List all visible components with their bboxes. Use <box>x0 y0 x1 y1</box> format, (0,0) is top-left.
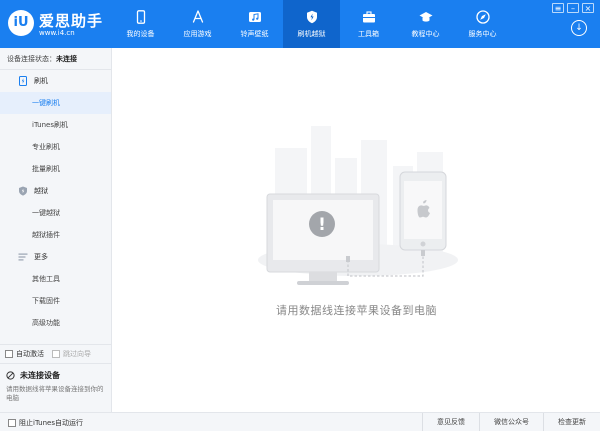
iphone-illustration <box>399 171 447 251</box>
connection-status-label: 设备连接状态： <box>7 55 56 63</box>
minimize-button[interactable]: – <box>567 3 579 13</box>
menu-lines-icon <box>18 253 28 261</box>
window-controls: ≡ – × <box>552 3 594 13</box>
download-icon[interactable]: ↓ <box>571 20 587 36</box>
auto-activate-checkbox[interactable]: 自动激活 <box>5 349 44 359</box>
device-status-title: 未连接设备 <box>0 364 112 381</box>
connect-prompt-message: 请用数据线连接苹果设备到电脑 <box>276 304 437 317</box>
monitor-illustration: ! <box>266 193 380 285</box>
music-wallpaper-icon <box>248 11 261 22</box>
sidebar-group-more[interactable]: 更多 <box>0 246 111 268</box>
checkbox-box <box>5 350 13 358</box>
nav-label: 服务中心 <box>468 29 497 38</box>
sidebar-group-label: 刷机 <box>34 77 48 85</box>
skip-guide-checkbox[interactable]: 跳过向导 <box>52 349 91 359</box>
graduation-cap-icon <box>419 11 432 22</box>
sidebar-group-label: 更多 <box>34 253 48 261</box>
sidebar-item-one-click-flash[interactable]: 一键刷机 <box>0 92 111 114</box>
sidebar-options: 自动激活 跳过向导 <box>0 344 112 364</box>
nav-label: 应用游戏 <box>183 29 212 38</box>
checkbox-label: 自动激活 <box>16 350 44 358</box>
footer-links: 意见反馈 微信公众号 检查更新 <box>422 413 600 431</box>
alert-symbol: ! <box>318 215 326 235</box>
top-bar: iU 爱思助手 www.i4.cn 我的设备 应用游戏 铃声壁纸 刷机越狱 工具… <box>0 0 600 48</box>
nav-service-center[interactable]: 服务中心 <box>454 0 511 48</box>
main-panel: ! 请用数据线连接苹果设备到电脑 <box>113 48 600 412</box>
logo-badge: iU <box>8 10 34 36</box>
app-logo: iU 爱思助手 www.i4.cn <box>8 9 116 39</box>
device-status-description: 请用数据线将苹果设备连接到你的电脑 <box>6 385 104 402</box>
flash-device-icon <box>19 76 27 86</box>
nav-apps-games[interactable]: 应用游戏 <box>169 0 226 48</box>
phone-icon <box>136 9 145 24</box>
nav-my-device[interactable]: 我的设备 <box>112 0 169 48</box>
nav-label: 铃声壁纸 <box>240 29 269 38</box>
disconnected-icon <box>6 371 15 380</box>
app-store-icon <box>192 9 203 23</box>
sidebar-item-other-tools[interactable]: 其他工具 <box>0 268 111 290</box>
sidebar-group-label: 越狱 <box>34 187 48 195</box>
nav-flash-jailbreak[interactable]: 刷机越狱 <box>283 0 340 48</box>
sidebar-bottom: 自动激活 跳过向导 未连接设备 请用数据线将苹果设备连接到你的电脑 <box>0 344 112 403</box>
nav-label: 工具箱 <box>358 29 379 38</box>
settings-menu-button[interactable]: ≡ <box>552 3 564 13</box>
compass-icon <box>475 9 490 24</box>
sidebar-item-jailbreak-plugins[interactable]: 越狱插件 <box>0 224 111 246</box>
shield-icon <box>306 10 317 23</box>
checkbox-box <box>52 350 60 358</box>
connection-status: 设备连接状态：未连接 <box>0 48 111 70</box>
connection-status-value: 未连接 <box>56 55 77 63</box>
feedback-link[interactable]: 意见反馈 <box>422 413 479 431</box>
sidebar-group-jailbreak[interactable]: 越狱 <box>0 180 111 202</box>
nav-label: 我的设备 <box>126 29 155 38</box>
app-title: 爱思助手 <box>39 12 104 30</box>
nav-label: 教程中心 <box>411 29 440 38</box>
sidebar-item-one-click-jailbreak[interactable]: 一键越狱 <box>0 202 111 224</box>
close-button[interactable]: × <box>582 3 594 13</box>
status-bar: 阻止iTunes自动运行 意见反馈 微信公众号 检查更新 <box>0 412 600 431</box>
checkbox-label: 阻止iTunes自动运行 <box>19 419 83 427</box>
sidebar-group-flash[interactable]: 刷机 <box>0 70 111 92</box>
sidebar-item-advanced[interactable]: 高级功能 <box>0 312 111 334</box>
sidebar: 设备连接状态：未连接 刷机 一键刷机 iTunes刷机 专业刷机 批量刷机 越狱… <box>0 48 112 412</box>
toolbox-icon <box>362 10 375 22</box>
checkbox-label: 跳过向导 <box>63 350 91 358</box>
nav-toolbox[interactable]: 工具箱 <box>340 0 397 48</box>
connect-device-illustration: ! <box>258 126 458 285</box>
nav-tutorials[interactable]: 教程中心 <box>397 0 454 48</box>
sidebar-item-pro-flash[interactable]: 专业刷机 <box>0 136 111 158</box>
wechat-account-link[interactable]: 微信公众号 <box>479 413 543 431</box>
app-url: www.i4.cn <box>39 29 75 37</box>
nav-ringtones-wallpapers[interactable]: 铃声壁纸 <box>226 0 283 48</box>
nav-label: 刷机越狱 <box>297 29 326 38</box>
check-update-link[interactable]: 检查更新 <box>543 413 600 431</box>
device-status-text: 未连接设备 <box>20 371 60 380</box>
sidebar-item-itunes-flash[interactable]: iTunes刷机 <box>0 114 111 136</box>
sidebar-item-download-firmware[interactable]: 下载固件 <box>0 290 111 312</box>
main-nav: 我的设备 应用游戏 铃声壁纸 刷机越狱 工具箱 教程中心 服务中心 <box>112 0 511 48</box>
block-itunes-autorun-checkbox[interactable]: 阻止iTunes自动运行 <box>8 418 83 428</box>
sidebar-item-batch-flash[interactable]: 批量刷机 <box>0 158 111 180</box>
shield-icon <box>19 186 27 196</box>
checkbox-box <box>8 419 16 427</box>
